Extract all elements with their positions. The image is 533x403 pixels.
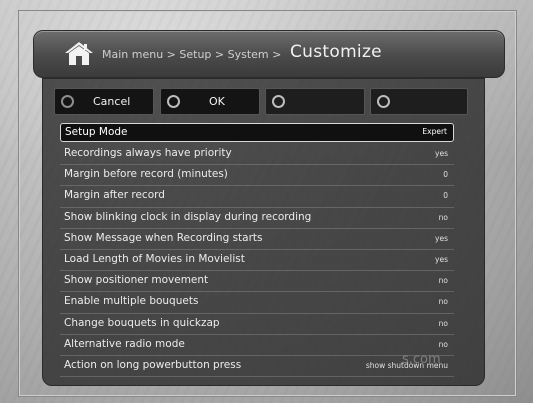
ok-button-label: OK (209, 95, 225, 108)
setting-value[interactable]: no (439, 276, 448, 285)
setting-value[interactable]: no (439, 297, 448, 306)
blue-button-dot-icon (377, 95, 390, 108)
breadcrumb: Main menu > Setup > System > (102, 48, 282, 61)
setting-row-blinking-clock[interactable]: Show blinking clock in display during re… (60, 208, 454, 229)
blue-button[interactable] (370, 88, 468, 115)
setting-label: Enable multiple bouquets (64, 295, 199, 308)
setting-value[interactable]: no (439, 213, 448, 222)
setting-row-powerbutton-action[interactable]: Action on long powerbutton press show sh… (60, 356, 454, 378)
setting-value[interactable]: yes (435, 234, 448, 243)
setting-value[interactable]: 0 (443, 191, 448, 200)
setting-value[interactable]: no (439, 319, 448, 328)
setting-label: Change bouquets in quickzap (64, 316, 220, 329)
page-title: Customize (290, 42, 382, 62)
setting-row-recording-message[interactable]: Show Message when Recording starts yes (60, 229, 454, 250)
setting-row-margin-after[interactable]: Margin after record 0 (60, 186, 454, 208)
red-button-dot-icon (61, 95, 74, 108)
setting-label: Margin after record (64, 189, 165, 202)
setting-row-positioner-movement[interactable]: Show positioner movement no (60, 271, 454, 293)
setting-row-multiple-bouquets[interactable]: Enable multiple bouquets no (60, 292, 454, 314)
watermark: s.com (402, 352, 441, 367)
setting-label: Action on long powerbutton press (64, 358, 242, 371)
setting-value[interactable]: Expert (422, 127, 447, 136)
setting-value[interactable]: yes (435, 255, 448, 264)
setting-row-quickzap-bouquets[interactable]: Change bouquets in quickzap no (60, 314, 454, 335)
setting-value[interactable]: yes (435, 149, 448, 158)
setting-row-movie-length[interactable]: Load Length of Movies in Movielist yes (60, 250, 454, 272)
yellow-button-dot-icon (272, 95, 285, 108)
setting-row-recordings-priority[interactable]: Recordings always have priority yes (60, 144, 454, 166)
setting-label: Load Length of Movies in Movielist (64, 252, 245, 265)
cancel-button-label: Cancel (93, 95, 131, 108)
setting-label: Recordings always have priority (64, 147, 232, 159)
setting-row-setup-mode[interactable]: Setup Mode Expert (60, 123, 454, 142)
title-bar: Main menu > Setup > System > Customize (33, 30, 505, 78)
home-icon[interactable] (64, 41, 94, 67)
setting-value[interactable]: 0 (443, 170, 448, 179)
setting-label: Margin before record (minutes) (64, 168, 228, 181)
settings-list: Setup Mode Expert Recordings always have… (60, 123, 454, 378)
cancel-button[interactable]: Cancel (54, 88, 154, 115)
setting-row-margin-before[interactable]: Margin before record (minutes) 0 (60, 165, 454, 187)
ok-button[interactable]: OK (160, 88, 260, 115)
setting-row-radio-mode[interactable]: Alternative radio mode no (60, 335, 454, 356)
setting-label: Show positioner movement (64, 274, 209, 287)
setting-label: Show blinking clock in display during re… (64, 210, 312, 223)
setting-label: Setup Mode (65, 126, 128, 138)
setting-label: Show Message when Recording starts (64, 231, 263, 244)
yellow-button[interactable] (265, 88, 365, 115)
setting-label: Alternative radio mode (64, 337, 185, 350)
setting-value[interactable]: no (439, 340, 448, 349)
green-button-dot-icon (167, 95, 180, 108)
